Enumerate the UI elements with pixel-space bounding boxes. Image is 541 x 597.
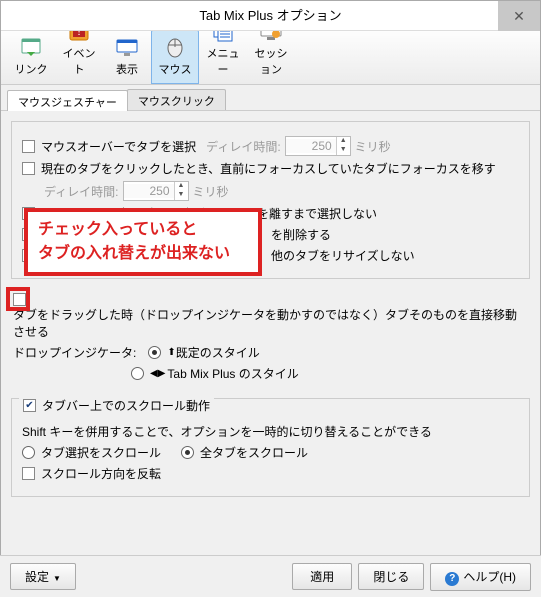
help-icon: ?: [445, 572, 459, 586]
label-drop-indicator: ドロップインジケータ:: [13, 344, 136, 361]
toolbar-item-mouse[interactable]: マウス: [151, 30, 199, 84]
spinner-arrows[interactable]: ▲▼: [174, 182, 188, 200]
help-button[interactable]: ? ヘルプ(H): [430, 563, 531, 591]
checkbox-scroll-enable[interactable]: ✔: [23, 399, 36, 412]
callout-line2: タブの入れ替えが出来ない: [38, 242, 248, 266]
toolbar-label: セッション: [250, 45, 292, 77]
label-drop-default: 既定のスタイル: [176, 344, 260, 361]
titlebar: Tab Mix Plus オプション ✕: [1, 1, 540, 31]
chevron-up-icon: ▲: [337, 137, 350, 146]
toolbar-label: メニュー: [202, 45, 244, 77]
label-delay-1: ディレイ時間:: [206, 138, 281, 155]
radio-scroll-select[interactable]: [22, 446, 35, 459]
options-window: Tab Mix Plus オプション ✕ リンク ! イベント 表示 マウス メ…: [0, 0, 541, 597]
chevron-up-icon: ▲: [175, 182, 188, 191]
updown-icon: ⬆: [167, 347, 173, 358]
label-click-focus: 現在のタブをクリックしたとき、直前にフォーカスしていたタブにフォーカスを移す: [41, 160, 496, 177]
label-hover-select: マウスオーバーでタブを選択: [41, 138, 196, 155]
label-drag-move: タブをドラッグした時（ドロップインジケータを動かすのではなく）タブそのものを直接…: [13, 306, 528, 340]
scroll-group: ✔ タブバー上でのスクロール動作 Shift キーを併用することで、オプションを…: [11, 398, 530, 497]
checkbox-hover-select[interactable]: [22, 140, 35, 153]
drag-section: タブをドラッグした時（ドロップインジケータを動かすのではなく）タブそのものを直接…: [13, 293, 528, 382]
spinner-delay-1[interactable]: ▲▼: [285, 136, 351, 156]
toolbar-item-link[interactable]: リンク: [7, 30, 55, 84]
tab-mouse-gesture[interactable]: マウスジェスチャー: [7, 90, 128, 111]
spinner-input-1[interactable]: [286, 139, 336, 153]
annotation-callout: チェック入っていると タブの入れ替えが出来ない: [24, 208, 262, 276]
label-delay-2: ディレイ時間:: [44, 183, 119, 200]
toolbar: リンク ! イベント 表示 マウス メニュー セッション: [1, 31, 540, 85]
settings-label: 設定: [25, 570, 49, 584]
display-icon: [115, 35, 139, 59]
spinner-input-2[interactable]: [124, 184, 174, 198]
spinner-arrows[interactable]: ▲▼: [336, 137, 350, 155]
toolbar-label: 表示: [106, 61, 148, 77]
leftright-icon: ◀▶: [150, 368, 165, 379]
annotation-redbox: [6, 287, 30, 311]
callout-line1: チェック入っていると: [38, 218, 248, 242]
footer: 設定 ▼ 適用 閉じる ? ヘルプ(H): [0, 555, 541, 597]
label-scroll-all: 全タブをスクロール: [200, 444, 308, 461]
radio-scroll-all[interactable]: [181, 446, 194, 459]
close-footer-button[interactable]: 閉じる: [358, 563, 424, 590]
chevron-down-icon: ▼: [53, 574, 61, 583]
spinner-delay-2[interactable]: ▲▼: [123, 181, 189, 201]
label-scroll-legend: タブバー上でのスクロール動作: [42, 397, 210, 414]
help-label: ヘルプ(H): [463, 570, 516, 584]
panel: マウスオーバーでタブを選択 ディレイ時間: ▲▼ ミリ秒 現在のタブをクリックし…: [1, 111, 540, 591]
label-scroll-reverse: スクロール方向を反転: [41, 465, 161, 482]
toolbar-label: マウス: [154, 61, 196, 77]
label-drop-tmp: Tab Mix Plus のスタイル: [167, 365, 298, 382]
toolbar-label: イベント: [58, 45, 100, 77]
toolbar-label: リンク: [10, 61, 52, 77]
apply-button[interactable]: 適用: [292, 563, 352, 590]
window-title: Tab Mix Plus オプション: [199, 8, 341, 23]
link-icon: [19, 35, 43, 59]
settings-button[interactable]: 設定 ▼: [10, 563, 76, 590]
gesture-group: マウスオーバーでタブを選択 ディレイ時間: ▲▼ ミリ秒 現在のタブをクリックし…: [11, 121, 530, 279]
radio-drop-default[interactable]: [148, 346, 161, 359]
label-delete-suffix: を削除する: [271, 226, 331, 243]
label-resize-suffix: 他のタブをリサイズしない: [271, 247, 415, 264]
label-delay-unit-2: ミリ秒: [193, 183, 229, 200]
label-scroll-select: タブ選択をスクロール: [41, 444, 161, 461]
scroll-legend: ✔ タブバー上でのスクロール動作: [19, 397, 214, 414]
sub-tabs: マウスジェスチャー マウスクリック: [1, 85, 540, 111]
checkbox-scroll-reverse[interactable]: [22, 467, 35, 480]
chevron-down-icon: ▼: [175, 191, 188, 200]
close-icon: ✕: [513, 1, 525, 31]
checkbox-click-focus[interactable]: [22, 162, 35, 175]
close-button[interactable]: ✕: [498, 1, 540, 31]
label-scroll-hint: Shift キーを併用することで、オプションを一時的に切り替えることができる: [22, 423, 432, 440]
tab-mouse-click[interactable]: マウスクリック: [127, 89, 226, 110]
radio-drop-tmp[interactable]: [131, 367, 144, 380]
toolbar-item-display[interactable]: 表示: [103, 30, 151, 84]
mouse-icon: [163, 35, 187, 59]
chevron-down-icon: ▼: [337, 146, 350, 155]
label-delay-unit-1: ミリ秒: [355, 138, 391, 155]
